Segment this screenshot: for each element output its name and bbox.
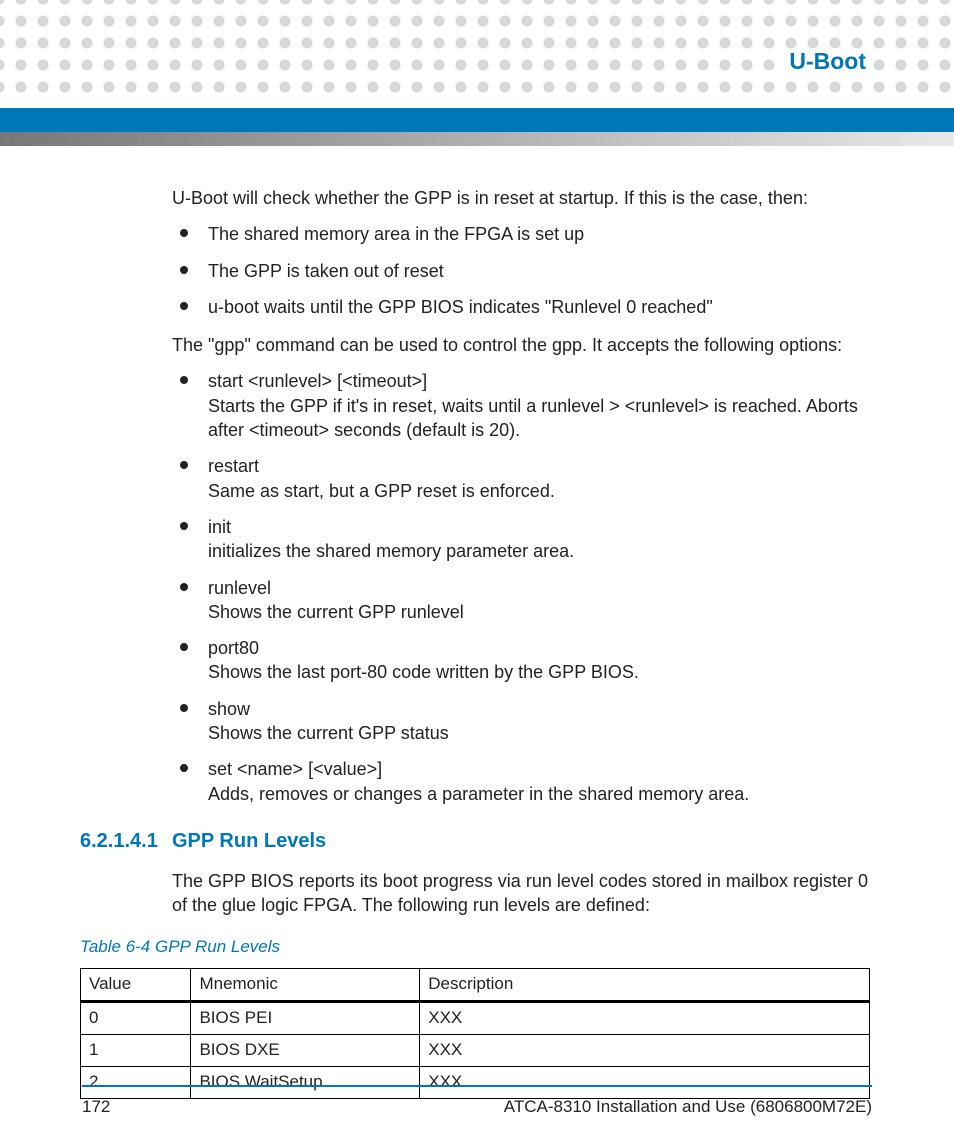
list-item: The shared memory area in the FPGA is se… bbox=[172, 222, 870, 246]
table-header: Description bbox=[420, 969, 870, 1002]
list-item: port80Shows the last port-80 code writte… bbox=[172, 636, 870, 685]
header-gradient-rule bbox=[0, 132, 954, 146]
runlevels-table: Value Mnemonic Description 0 BIOS PEI XX… bbox=[80, 968, 870, 1099]
section-title: GPP Run Levels bbox=[172, 830, 326, 852]
table-header-row: Value Mnemonic Description bbox=[81, 969, 870, 1002]
chapter-title: U-Boot bbox=[781, 48, 870, 75]
list-item: set <name> [<value>]Adds, removes or cha… bbox=[172, 757, 870, 806]
list-item: showShows the current GPP status bbox=[172, 697, 870, 746]
gpp-command-paragraph: The "gpp" command can be used to control… bbox=[172, 333, 870, 357]
table-row: 0 BIOS PEI XXX bbox=[81, 1002, 870, 1035]
table-caption: Table 6-4 GPP Run Levels bbox=[80, 936, 870, 959]
list-item: restartSame as start, but a GPP reset is… bbox=[172, 454, 870, 503]
table-cell: BIOS WaitSetup bbox=[191, 1067, 420, 1099]
list-item: initinitializes the shared memory parame… bbox=[172, 515, 870, 564]
list-item: u-boot waits until the GPP BIOS indicate… bbox=[172, 295, 870, 319]
list-item: runlevelShows the current GPP runlevel bbox=[172, 576, 870, 625]
section-number: 6.2.1.4.1 bbox=[80, 828, 172, 855]
list-item: The GPP is taken out of reset bbox=[172, 259, 870, 283]
page-footer: 172 ATCA-8310 Installation and Use (6806… bbox=[82, 1097, 872, 1117]
table-cell: XXX bbox=[420, 1067, 870, 1099]
startup-list: The shared memory area in the FPGA is se… bbox=[172, 222, 870, 319]
table-cell: XXX bbox=[420, 1035, 870, 1067]
table-cell: 2 bbox=[81, 1067, 191, 1099]
table-cell: 1 bbox=[81, 1035, 191, 1067]
table-cell: BIOS PEI bbox=[191, 1002, 420, 1035]
header-blue-bar bbox=[0, 108, 954, 132]
section-paragraph: The GPP BIOS reports its boot progress v… bbox=[172, 869, 870, 918]
table-cell: 0 bbox=[81, 1002, 191, 1035]
gpp-options-list: start <runlevel> [<timeout>]Starts the G… bbox=[172, 369, 870, 805]
doc-id: ATCA-8310 Installation and Use (6806800M… bbox=[504, 1097, 872, 1117]
table-row: 2 BIOS WaitSetup XXX bbox=[81, 1067, 870, 1099]
table-cell: XXX bbox=[420, 1002, 870, 1035]
table-row: 1 BIOS DXE XXX bbox=[81, 1035, 870, 1067]
table-header: Value bbox=[81, 969, 191, 1002]
footer-rule bbox=[82, 1085, 872, 1087]
table-cell: BIOS DXE bbox=[191, 1035, 420, 1067]
page-content: U-Boot will check whether the GPP is in … bbox=[172, 186, 870, 1099]
page-number: 172 bbox=[82, 1097, 110, 1117]
intro-paragraph: U-Boot will check whether the GPP is in … bbox=[172, 186, 870, 210]
table-header: Mnemonic bbox=[191, 969, 420, 1002]
section-heading: 6.2.1.4.1GPP Run Levels bbox=[80, 828, 870, 855]
list-item: start <runlevel> [<timeout>]Starts the G… bbox=[172, 369, 870, 442]
